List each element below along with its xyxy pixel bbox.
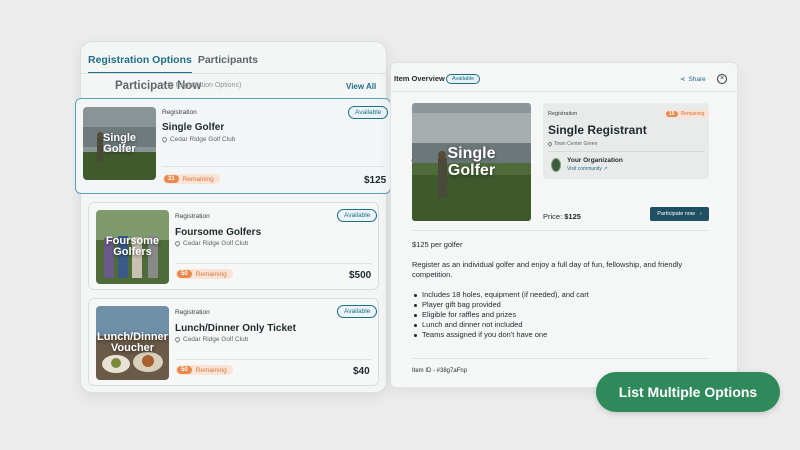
list-item: Teams assigned if you don't have one	[412, 330, 589, 340]
list-item: Includes 18 holes, equipment (if needed)…	[412, 290, 589, 300]
remaining-badge: 31 Remaining	[163, 174, 220, 184]
organization-avatar	[551, 158, 561, 172]
price-value: $125	[564, 212, 581, 221]
card-location-text: Cedar Ridge Golf Club	[183, 240, 249, 247]
status-badge: Available	[337, 305, 378, 318]
hero-image-text: Single Golfer	[447, 145, 496, 179]
divider	[175, 359, 372, 360]
share-button[interactable]: ⋖ Share	[680, 75, 706, 84]
share-icon: ⋖	[680, 76, 686, 83]
price-line: Price: $125	[543, 212, 581, 221]
card-location-text: Cedar Ridge Golf Club	[170, 136, 236, 143]
tab-bar: Registration Options Participants	[88, 54, 258, 74]
list-multiple-options-button[interactable]: List Multiple Options	[596, 372, 780, 412]
registration-card-single-golfer[interactable]: Single Golfer Registration Single Golfer…	[75, 98, 391, 194]
card-location: Cedar Ridge Golf Club	[173, 239, 249, 248]
divider	[392, 91, 737, 92]
item-id: Item ID - #38g7aFnp	[412, 368, 468, 374]
list-item: Player gift bag provided	[412, 300, 589, 310]
view-all-link[interactable]: View All	[346, 82, 376, 91]
divider	[412, 230, 709, 231]
item-overview-title: Item Overview	[394, 74, 445, 83]
registrant-location-text: Town Center Green	[554, 141, 598, 147]
remaining-label: Remaining	[182, 175, 214, 183]
card-price: $125	[364, 175, 387, 186]
card-type-label: Registration	[175, 213, 210, 220]
card-thumbnail: Foursome Golfers	[96, 210, 169, 284]
tab-registration-options[interactable]: Registration Options	[88, 54, 192, 74]
card-type-label: Registration	[175, 309, 210, 316]
remaining-count: 50	[177, 366, 192, 374]
location-pin-icon	[173, 335, 182, 344]
remaining-badge: 15 Remaining	[665, 110, 710, 118]
card-thumbnail-text: Single Golfer	[102, 131, 136, 155]
card-title: Lunch/Dinner Only Ticket	[175, 323, 296, 334]
chevron-right-icon: ›	[699, 211, 702, 217]
card-price: $40	[353, 366, 370, 377]
registrant-location: Town Center Green	[547, 141, 598, 147]
card-title: Single Golfer	[162, 122, 225, 133]
close-button[interactable]: ×	[717, 74, 727, 84]
registration-card-lunch-dinner[interactable]: Lunch/Dinner Voucher Registration Lunch/…	[88, 298, 379, 386]
remaining-count: 31	[164, 175, 179, 183]
status-badge: Available	[337, 209, 378, 222]
remaining-count: 15	[666, 111, 678, 117]
participate-now-label: Participate now	[657, 211, 695, 217]
tab-participants[interactable]: Participants	[198, 54, 258, 74]
status-badge: Available	[446, 74, 481, 84]
item-description: Register as an individual golfer and enj…	[412, 260, 683, 279]
card-thumbnail-text: Foursome Golfers	[105, 235, 160, 258]
remaining-label: Remaining	[195, 366, 227, 374]
registration-card-foursome-golfers[interactable]: Foursome Golfers Registration Foursome G…	[88, 202, 379, 290]
card-thumbnail-text: Lunch/Dinner Voucher	[97, 331, 168, 354]
hero-image: Single Golfer	[412, 103, 531, 221]
card-location-text: Cedar Ridge Golf Club	[183, 336, 249, 343]
list-item: Lunch and dinner not included	[412, 320, 589, 330]
card-price: $500	[349, 270, 372, 281]
registrant-type-label: Registration	[548, 111, 578, 117]
location-pin-icon	[160, 135, 169, 144]
divider	[175, 263, 372, 264]
location-pin-icon	[173, 239, 182, 248]
card-title: Foursome Golfers	[175, 227, 262, 238]
divider	[162, 166, 384, 167]
participate-now-button[interactable]: Participate now ›	[650, 207, 709, 221]
remaining-badge: 50 Remaining	[176, 269, 233, 279]
card-thumbnail: Lunch/Dinner Voucher	[96, 306, 169, 380]
location-pin-icon	[547, 141, 553, 147]
remaining-count: 50	[177, 270, 192, 278]
divider	[412, 358, 709, 359]
list-item: Eligible for raffles and prizes	[412, 310, 589, 320]
card-location: Cedar Ridge Golf Club	[160, 135, 236, 144]
card-location: Cedar Ridge Golf Club	[173, 335, 249, 344]
remaining-badge: 50 Remaining	[176, 365, 233, 375]
remaining-label: Remaining	[195, 270, 227, 278]
item-features-list: Includes 18 holes, equipment (if needed)…	[412, 290, 589, 340]
card-thumbnail: Single Golfer	[83, 107, 156, 180]
organization-name: Your Organization	[567, 157, 623, 164]
status-badge: Available	[348, 106, 389, 119]
price-label: Price:	[543, 212, 563, 221]
per-golfer-price: $125 per golfer	[412, 240, 463, 249]
registrant-title: Single Registrant	[548, 123, 647, 137]
visit-community-link[interactable]: Visit community ↗	[567, 166, 608, 172]
divider	[81, 73, 386, 74]
remaining-label: Remaining	[680, 111, 705, 117]
share-label: Share	[688, 75, 706, 83]
registration-options-count: • (5 Registration Options)	[163, 82, 242, 89]
card-type-label: Registration	[162, 109, 197, 116]
divider	[548, 151, 705, 152]
